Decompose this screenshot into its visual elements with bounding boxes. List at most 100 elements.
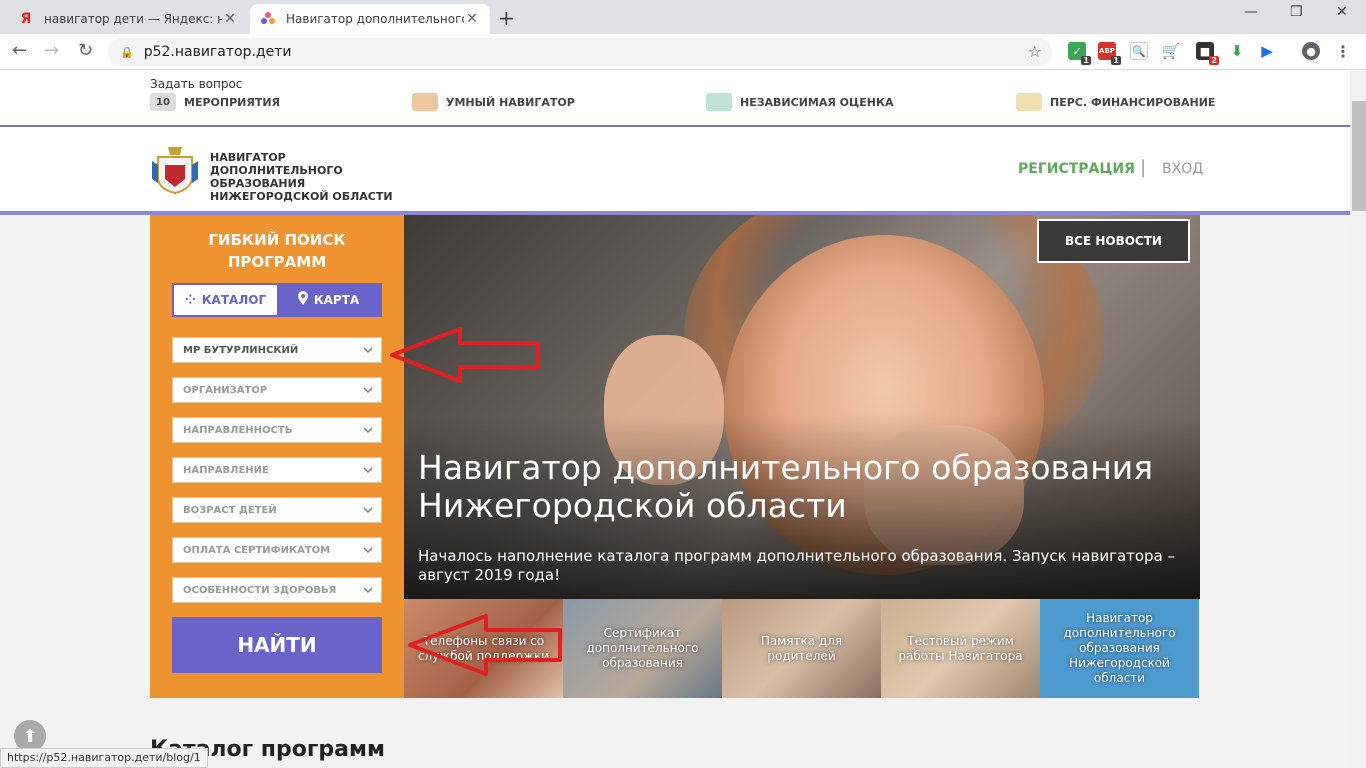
hero-title-line: Нижегородской области bbox=[418, 486, 847, 525]
scrollbar-thumb[interactable] bbox=[1352, 101, 1366, 211]
chevron-down-icon bbox=[363, 427, 373, 434]
select-child-age[interactable]: ВОЗРАСТ ДЕТЕЙ bbox=[172, 497, 382, 523]
calendar-icon: 10 bbox=[150, 93, 176, 111]
finance-icon bbox=[1016, 93, 1042, 111]
browser-tab-bar: Я навигатор дети — Яндекс: нашлос ✕ Нави… bbox=[0, 0, 1366, 34]
coat-of-arms-logo[interactable] bbox=[150, 143, 200, 195]
chevron-down-icon bbox=[363, 347, 373, 354]
site-header: НАВИГАТОР ДОПОЛНИТЕЛЬНОГО ОБРАЗОВАНИЯ НИ… bbox=[0, 127, 1350, 215]
tab-catalog-label: КАТАЛОГ bbox=[201, 293, 267, 307]
menu-personal-financing[interactable]: ПЕРС. ФИНАНСИРОВАНИЕ bbox=[1016, 93, 1215, 111]
menu-label: ПЕРС. ФИНАНСИРОВАНИЕ bbox=[1050, 95, 1216, 109]
select-orientation[interactable]: НАПРАВЛЕННОСТЬ bbox=[172, 417, 382, 443]
select-health-features[interactable]: ОСОБЕННОСТИ ЗДОРОВЬЯ bbox=[172, 577, 382, 603]
select-direction[interactable]: НАПРАВЛЕНИЕ bbox=[172, 457, 382, 483]
extension-play-icon[interactable]: ▶ bbox=[1258, 42, 1276, 60]
find-button[interactable]: НАЙТИ bbox=[172, 617, 382, 673]
extension-shield-icon[interactable]: ✓ 1 bbox=[1068, 42, 1091, 65]
tab-map[interactable]: КАРТА bbox=[277, 285, 380, 315]
map-pin-icon bbox=[297, 291, 308, 309]
menu-dots-icon[interactable]: ⋮ bbox=[1334, 42, 1352, 61]
extension-badge: 1 bbox=[1111, 56, 1121, 65]
select-municipality[interactable]: МР БУТУРЛИНСКИЙ bbox=[172, 337, 382, 363]
grid-icon: ⁘ bbox=[184, 292, 196, 308]
extension-dark-icon[interactable]: ■ 2 bbox=[1196, 42, 1219, 65]
select-value: ОПЛАТА СЕРТИФИКАТОМ bbox=[183, 544, 331, 556]
site-logo-text[interactable]: НАВИГАТОР ДОПОЛНИТЕЛЬНОГО ОБРАЗОВАНИЯ НИ… bbox=[210, 151, 420, 203]
menu-label: УМНЫЙ НАВИГАТОР bbox=[446, 95, 575, 109]
hero-title-line: Навигатор дополнительного образования bbox=[418, 448, 1154, 487]
news-tile-label: Тестовый режим работы Навигатора bbox=[898, 633, 1023, 663]
minimize-button[interactable]: — bbox=[1244, 4, 1258, 20]
back-arrow-icon[interactable]: ← bbox=[12, 40, 27, 61]
extension-download-icon[interactable]: ⬇ bbox=[1228, 42, 1246, 60]
annotation-arrow-icon bbox=[390, 327, 540, 383]
select-value: ОСОБЕННОСТИ ЗДОРОВЬЯ bbox=[183, 584, 337, 596]
tab-catalog[interactable]: ⁘ КАТАЛОГ bbox=[174, 285, 277, 315]
tab-yandex-search[interactable]: Я навигатор дети — Яндекс: нашлос ✕ bbox=[8, 4, 248, 34]
search-panel-title: ГИБКИЙ ПОИСК ПРОГРАММ bbox=[150, 229, 404, 273]
chevron-down-icon bbox=[363, 387, 373, 394]
rating-chart-icon bbox=[706, 93, 732, 111]
news-tile-parents-memo[interactable]: Памятка для родителей bbox=[722, 599, 881, 698]
navigator-site-icon bbox=[260, 11, 276, 27]
select-certificate-payment[interactable]: ОПЛАТА СЕРТИФИКАТОМ bbox=[172, 537, 382, 563]
news-tile-certificate[interactable]: Сертификат дополнительного образования bbox=[563, 599, 722, 698]
reload-icon[interactable]: ↻ bbox=[78, 40, 93, 61]
url-text: p52.навигатор.дети bbox=[143, 44, 292, 60]
select-value: МР БУТУРЛИНСКИЙ bbox=[183, 344, 299, 356]
forward-arrow-icon[interactable]: → bbox=[44, 40, 59, 61]
menu-events[interactable]: 10 МЕРОПРИЯТИЯ bbox=[150, 93, 280, 111]
address-bar[interactable]: 🔒 p52.навигатор.дети ☆ bbox=[108, 38, 1052, 66]
ask-question-link[interactable]: Задать вопрос bbox=[150, 77, 242, 91]
select-value: НАПРАВЛЕНИЕ bbox=[183, 464, 269, 476]
smart-navigator-icon bbox=[412, 93, 438, 111]
select-value: ВОЗРАСТ ДЕТЕЙ bbox=[183, 504, 277, 516]
news-tile-test-mode[interactable]: Тестовый режим работы Навигатора bbox=[881, 599, 1040, 698]
hero-title: Навигатор дополнительного образования Ни… bbox=[418, 449, 1198, 525]
page-scrollbar[interactable] bbox=[1350, 71, 1366, 768]
close-tab-icon[interactable]: ✕ bbox=[464, 11, 480, 27]
annotation-arrow-icon bbox=[408, 614, 562, 676]
account-icon[interactable]: ● bbox=[1302, 42, 1320, 60]
extension-cart-icon[interactable]: 🛒 bbox=[1162, 42, 1180, 60]
tab-title: навигатор дети — Яндекс: нашлос bbox=[44, 12, 222, 26]
lock-icon: 🔒 bbox=[120, 45, 134, 59]
new-tab-button[interactable]: + bbox=[498, 6, 515, 30]
hero-banner[interactable]: ВСЕ НОВОСТИ Навигатор дополнительного об… bbox=[404, 215, 1200, 599]
menu-label: НЕЗАВИСИМАЯ ОЦЕНКА bbox=[740, 95, 894, 109]
select-value: НАПРАВЛЕННОСТЬ bbox=[183, 424, 293, 436]
menu-label: МЕРОПРИЯТИЯ bbox=[184, 95, 280, 109]
news-tile-label: Навигатор дополнительного образования Ни… bbox=[1063, 611, 1176, 685]
select-value: ОРГАНИЗАТОР bbox=[183, 384, 268, 396]
browser-toolbar: ← → ↻ 🔒 p52.навигатор.дети ☆ ✓ 1 ABP 1 🔍 🛒… bbox=[0, 34, 1366, 70]
register-link[interactable]: РЕГИСТРАЦИЯ bbox=[1018, 161, 1135, 177]
select-organizer[interactable]: ОРГАНИЗАТОР bbox=[172, 377, 382, 403]
all-news-button[interactable]: ВСЕ НОВОСТИ bbox=[1037, 219, 1190, 263]
maximize-button[interactable]: ❐ bbox=[1290, 4, 1303, 20]
tab-title: Навигатор дополнительного об bbox=[286, 12, 464, 26]
login-link[interactable]: ВХОД bbox=[1162, 161, 1203, 177]
search-title-line: ГИБКИЙ ПОИСК bbox=[208, 231, 346, 249]
yandex-icon: Я bbox=[20, 11, 32, 27]
extension-search-icon[interactable]: 🔍 bbox=[1130, 42, 1148, 60]
chevron-down-icon bbox=[363, 507, 373, 514]
news-tile-label: Сертификат дополнительного образования bbox=[586, 626, 699, 670]
bookmark-star-icon[interactable]: ☆ bbox=[1028, 42, 1042, 61]
catalog-map-switch: ⁘ КАТАЛОГ КАРТА bbox=[172, 283, 382, 317]
search-title-line: ПРОГРАММ bbox=[227, 253, 327, 271]
menu-smart-navigator[interactable]: УМНЫЙ НАВИГАТОР bbox=[412, 93, 575, 111]
news-tile-navigator[interactable]: Навигатор дополнительного образования Ни… bbox=[1040, 599, 1199, 698]
tab-navigator[interactable]: Навигатор дополнительного об ✕ bbox=[250, 4, 490, 34]
chevron-down-icon bbox=[363, 587, 373, 594]
chevron-down-icon bbox=[363, 547, 373, 554]
extension-badge: 1 bbox=[1081, 56, 1091, 65]
close-tab-icon[interactable]: ✕ bbox=[222, 11, 238, 27]
close-window-button[interactable]: ✕ bbox=[1336, 4, 1348, 20]
page-viewport: Задать вопрос 10 МЕРОПРИЯТИЯ УМНЫЙ НАВИГ… bbox=[0, 71, 1350, 768]
status-bar-url: https://p52.навигатор.дети/blog/1 bbox=[0, 748, 208, 768]
hero-subtitle: Началось наполнение каталога программ до… bbox=[418, 547, 1176, 584]
flexible-search-panel: ГИБКИЙ ПОИСК ПРОГРАММ ⁘ КАТАЛОГ КАРТА МР… bbox=[150, 215, 404, 698]
extension-adblock-icon[interactable]: ABP 1 bbox=[1098, 42, 1121, 65]
menu-independent-rating[interactable]: НЕЗАВИСИМАЯ ОЦЕНКА bbox=[706, 93, 893, 111]
